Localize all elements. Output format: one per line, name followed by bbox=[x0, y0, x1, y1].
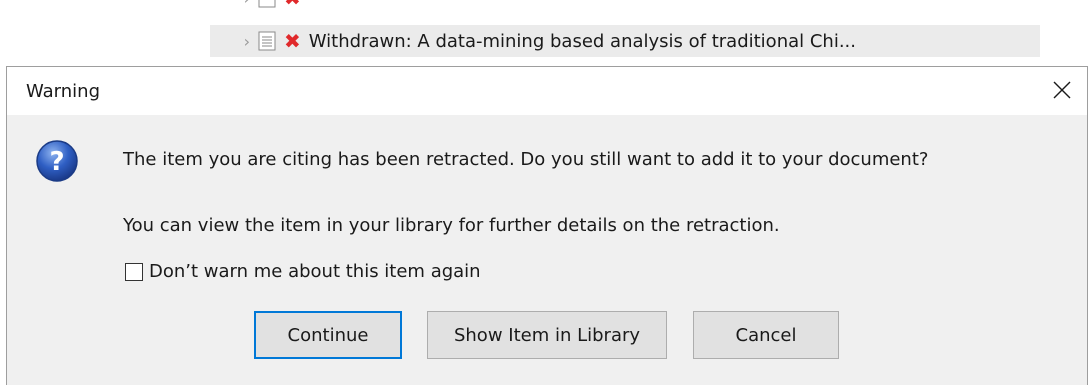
continue-button[interactable]: Continue bbox=[254, 311, 402, 359]
cancel-button[interactable]: Cancel bbox=[693, 311, 839, 359]
document-icon bbox=[258, 31, 276, 51]
chevron-right-icon[interactable]: › bbox=[210, 32, 258, 51]
dialog-body: ? The item you are citing has been retra… bbox=[7, 115, 1087, 385]
dialog-title: Warning bbox=[26, 80, 101, 102]
dialog-titlebar: Warning bbox=[7, 67, 1087, 115]
dont-warn-checkbox-row[interactable]: Don’t warn me about this item again bbox=[125, 261, 481, 282]
dont-warn-checkbox-label[interactable]: Don’t warn me about this item again bbox=[149, 261, 481, 282]
retracted-x-icon: ✖ bbox=[284, 29, 301, 53]
retracted-x-icon: ✖ bbox=[284, 0, 301, 10]
close-icon bbox=[1053, 81, 1071, 99]
library-item-row-partial[interactable]: › ✖ bbox=[210, 0, 309, 14]
show-item-in-library-button[interactable]: Show Item in Library bbox=[427, 311, 667, 359]
screen: › ✖ › ✖ Withdrawn: A data-mining based a… bbox=[0, 0, 1090, 385]
retraction-details-message: You can view the item in your library fo… bbox=[123, 215, 780, 236]
library-item-row[interactable]: › ✖ Withdrawn: A data-mining based analy… bbox=[210, 25, 1040, 57]
retraction-message: The item you are citing has been retract… bbox=[123, 149, 929, 170]
library-item-list: › ✖ › ✖ Withdrawn: A data-mining based a… bbox=[0, 0, 1090, 70]
svg-text:?: ? bbox=[49, 147, 64, 177]
question-icon: ? bbox=[36, 140, 78, 182]
warning-dialog: Warning ? The item you are citing has be… bbox=[6, 66, 1088, 385]
close-button[interactable] bbox=[1047, 75, 1077, 105]
library-item-title: Withdrawn: A data-mining based analysis … bbox=[308, 30, 856, 52]
document-icon bbox=[258, 0, 276, 8]
chevron-right-icon[interactable]: › bbox=[210, 0, 258, 8]
dont-warn-checkbox[interactable] bbox=[125, 262, 143, 281]
